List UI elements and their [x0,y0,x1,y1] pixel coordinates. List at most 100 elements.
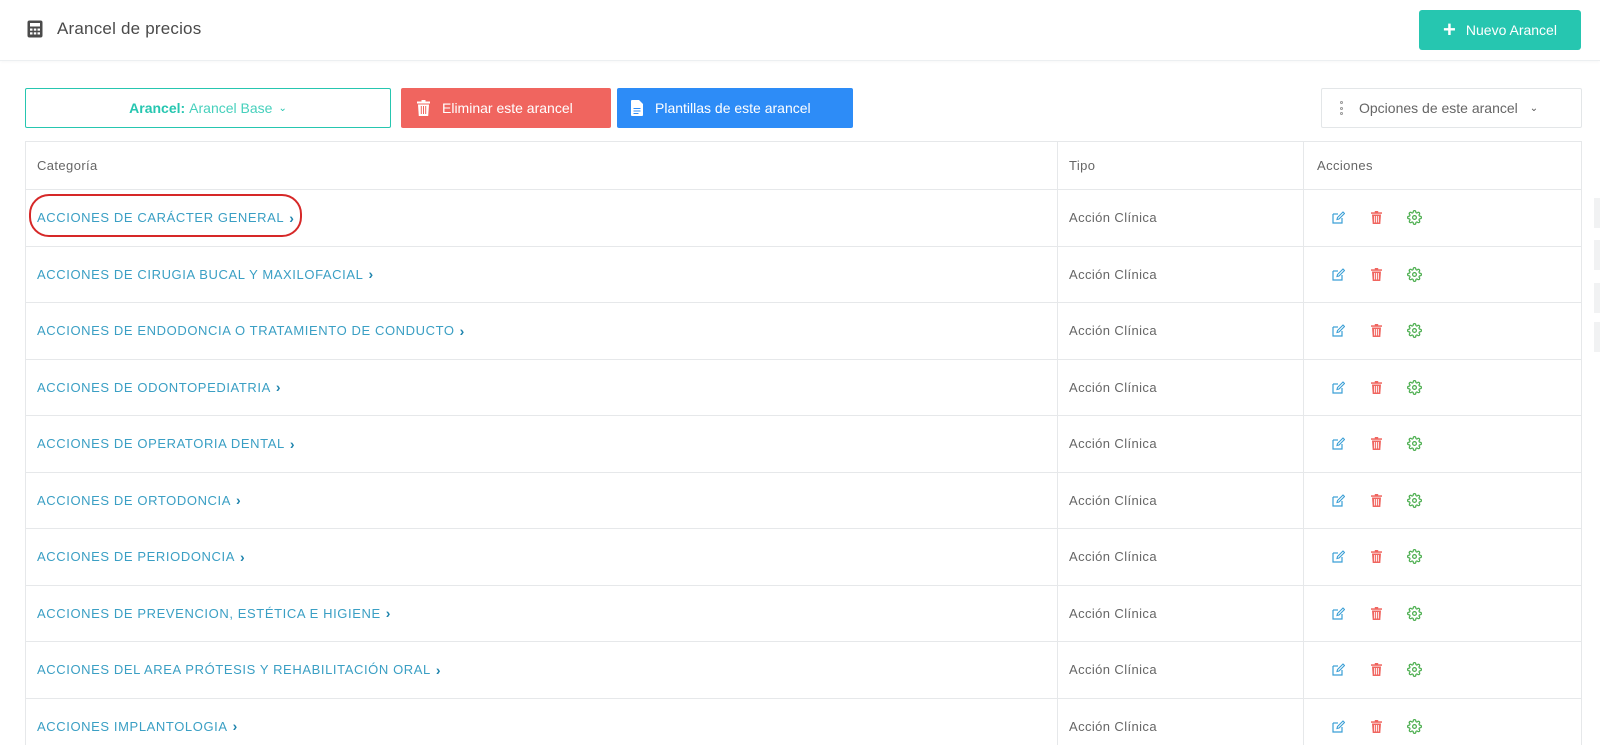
actions-cell [1304,699,1581,745]
actions-cell [1304,586,1581,642]
category-name: ACCIONES DE CIRUGIA BUCAL Y MAXILOFACIAL [37,266,364,282]
category-name: ACCIONES DE OPERATORIA DENTAL [37,436,285,452]
delete-button[interactable] [1367,209,1385,227]
settings-button[interactable] [1405,717,1423,735]
settings-button[interactable] [1405,265,1423,283]
edit-button[interactable] [1329,604,1347,622]
edit-button[interactable] [1329,548,1347,566]
edit-button[interactable] [1329,491,1347,509]
actions-cell [1304,642,1581,698]
new-arancel-label: Nuevo Arancel [1465,22,1557,38]
chevron-down-icon: ⌄ [278,102,287,114]
delete-button[interactable] [1367,548,1385,566]
gear-icon [1406,662,1422,678]
table-row: ACCIONES DE PERIODONCIA › Acción Clínica [26,528,1581,585]
table-row: ACCIONES DE ENDODONCIA O TRATAMIENTO DE … [26,302,1581,359]
table-row: ACCIONES DE ORTODONCIA › Acción Clínica [26,471,1581,528]
category-link[interactable]: ACCIONES IMPLANTOLOGIA › [37,718,238,734]
delete-button[interactable] [1367,604,1385,622]
delete-button[interactable] [1367,717,1385,735]
chevron-right-icon: › [459,322,465,339]
category-name: ACCIONES DE ODONTOPEDIATRIA [37,379,271,395]
actions-cell [1304,416,1581,472]
gear-icon [1406,266,1422,282]
type-cell: Acción Clínica [1058,472,1304,528]
actions-cell [1304,360,1581,416]
templates-label: Plantillas de este arancel [655,100,811,116]
settings-button[interactable] [1405,322,1423,340]
arancel-options-label: Opciones de este arancel [1359,100,1518,116]
edit-button[interactable] [1329,209,1347,227]
gear-icon [1406,605,1422,621]
gear-icon [1406,379,1422,395]
arancel-selector-value: Arancel Base [189,100,273,116]
scroll-edge [1594,322,1600,352]
type-cell: Acción Clínica [1058,529,1304,585]
table-header: Categoría Tipo Acciones [26,142,1581,189]
arancel-selector[interactable]: Arancel: Arancel Base ⌄ [25,88,391,128]
edit-button[interactable] [1329,661,1347,679]
actions-cell [1304,190,1581,246]
trash-icon [1370,493,1382,507]
settings-button[interactable] [1405,435,1423,453]
scroll-edge [1594,198,1600,228]
category-cell: ACCIONES IMPLANTOLOGIA › [26,698,1058,745]
document-icon [631,100,643,116]
edit-icon [1331,437,1345,450]
category-link[interactable]: ACCIONES DE OPERATORIA DENTAL › [37,436,295,452]
chevron-right-icon: › [275,379,282,396]
delete-arancel-button[interactable]: Eliminar este arancel [401,88,611,128]
trash-icon [1370,437,1382,451]
trash-icon [1370,267,1382,281]
chevron-right-icon: › [236,492,242,509]
templates-button[interactable]: Plantillas de este arancel [617,88,853,128]
delete-button[interactable] [1367,322,1385,340]
category-link[interactable]: ACCIONES DE ORTODONCIA › [37,492,241,508]
category-link[interactable]: ACCIONES DE ENDODONCIA O TRATAMIENTO DE … [37,323,465,339]
column-header-category: Categoría [26,142,1058,189]
edit-icon [1331,606,1345,620]
delete-button[interactable] [1367,661,1385,679]
type-cell: Acción Clínica [1058,190,1304,246]
type-cell: Acción Clínica [1058,642,1304,698]
chevron-right-icon: › [289,209,295,226]
trash-icon [1370,380,1382,394]
arancel-selector-label: Arancel: [129,100,186,116]
category-link[interactable]: ACCIONES DE PREVENCION, ESTÉTICA E HIGIE… [37,605,391,621]
delete-button[interactable] [1367,435,1385,453]
edit-button[interactable] [1329,717,1347,735]
new-arancel-button[interactable]: + Nuevo Arancel [1419,10,1581,50]
gear-icon [1406,436,1422,452]
delete-button[interactable] [1367,491,1385,509]
settings-button[interactable] [1405,209,1423,227]
edit-icon [1331,719,1345,733]
scroll-edge [1594,240,1600,270]
category-link[interactable]: ACCIONES DE CARÁCTER GENERAL › [37,210,295,226]
category-cell: ACCIONES DE OPERATORIA DENTAL › [26,416,1058,472]
category-link[interactable]: ACCIONES DE PERIODONCIA › [37,549,245,565]
settings-button[interactable] [1405,491,1423,509]
settings-button[interactable] [1405,548,1423,566]
arancel-options-button[interactable]: Opciones de este arancel ⌄ [1321,88,1582,128]
delete-button[interactable] [1367,378,1385,396]
settings-button[interactable] [1405,661,1423,679]
category-link[interactable]: ACCIONES DE CIRUGIA BUCAL Y MAXILOFACIAL… [37,266,374,282]
settings-button[interactable] [1405,604,1423,622]
type-cell: Acción Clínica [1058,585,1304,641]
category-link[interactable]: ACCIONES DEL AREA PRÓTESIS Y REHABILITAC… [37,662,441,678]
delete-button[interactable] [1367,265,1385,283]
edit-button[interactable] [1329,378,1347,396]
table-row: ACCIONES DE PREVENCION, ESTÉTICA E HIGIE… [26,584,1581,642]
category-name: ACCIONES DE PREVENCION, ESTÉTICA E HIGIE… [37,605,381,621]
edit-button[interactable] [1329,435,1347,453]
edit-button[interactable] [1329,322,1347,340]
type-cell: Acción Clínica [1058,698,1304,745]
actions-cell [1304,529,1581,585]
chevron-right-icon: › [385,605,392,622]
edit-button[interactable] [1329,265,1347,283]
settings-button[interactable] [1405,378,1423,396]
trash-icon [1370,324,1382,338]
edit-icon [1331,211,1345,224]
category-link[interactable]: ACCIONES DE ODONTOPEDIATRIA › [37,379,281,395]
type-cell: Acción Clínica [1058,246,1304,302]
